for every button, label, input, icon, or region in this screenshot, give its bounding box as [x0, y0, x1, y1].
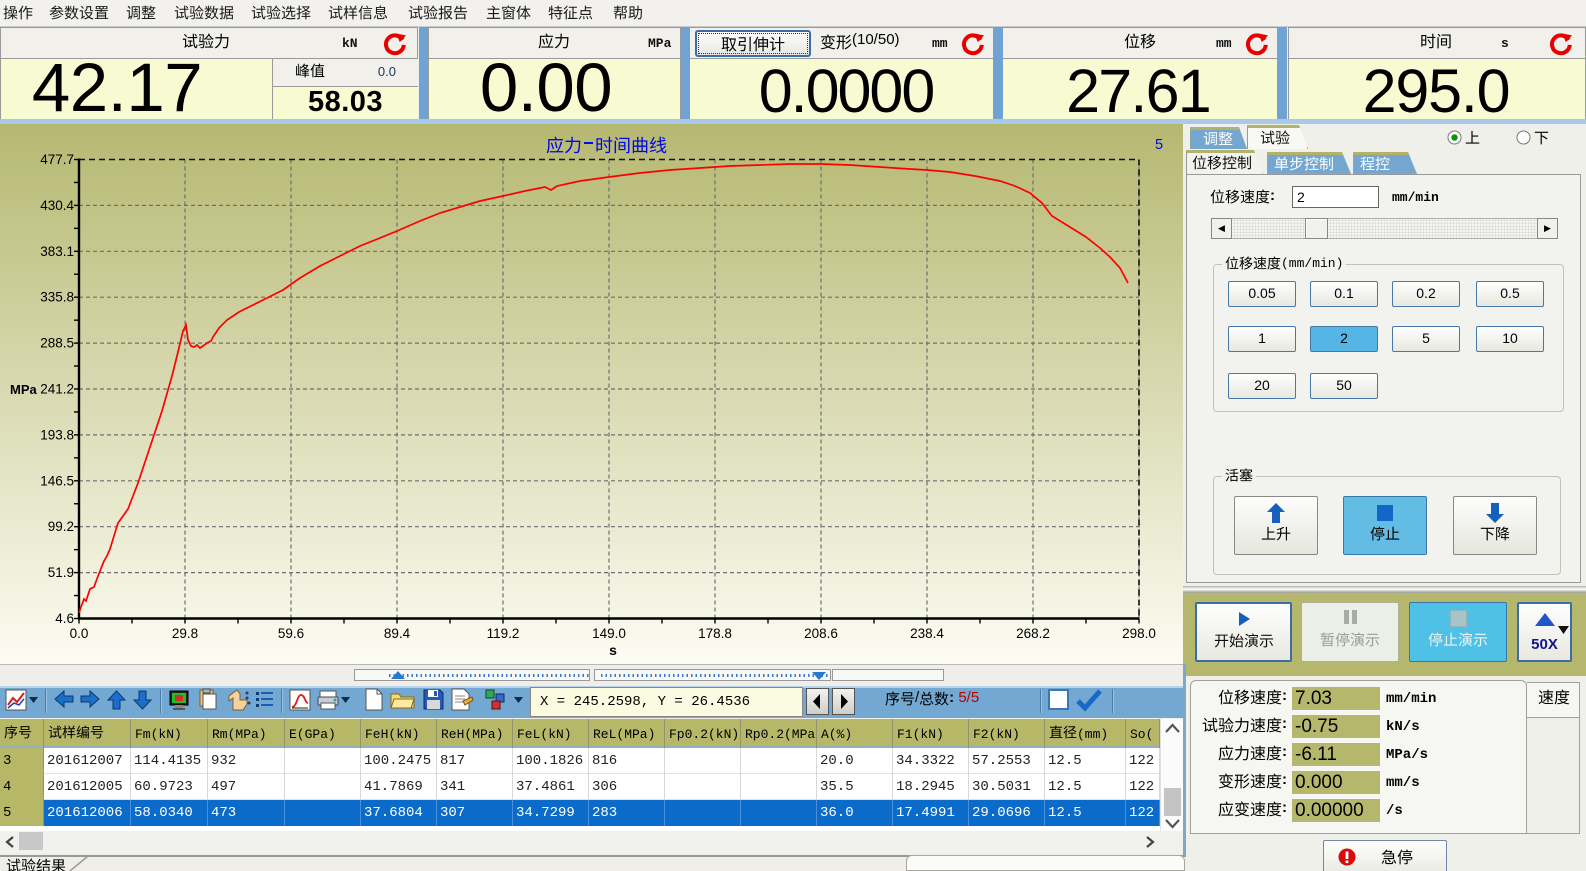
svg-text:5: 5 [1155, 137, 1163, 153]
svg-text:99.2: 99.2 [48, 519, 74, 534]
svg-text:208.6: 208.6 [804, 626, 838, 641]
svg-text:51.9: 51.9 [48, 565, 74, 580]
svg-text:383.1: 383.1 [40, 244, 74, 259]
svg-text:149.0: 149.0 [592, 626, 626, 641]
svg-text:193.8: 193.8 [40, 427, 74, 442]
svg-text:430.4: 430.4 [40, 198, 74, 213]
svg-text:89.4: 89.4 [384, 626, 411, 641]
svg-text:146.5: 146.5 [40, 473, 74, 488]
svg-text:335.8: 335.8 [40, 290, 74, 305]
svg-text:288.5: 288.5 [40, 336, 74, 351]
svg-text:477.7: 477.7 [40, 152, 74, 167]
svg-text:59.6: 59.6 [278, 626, 304, 641]
svg-text:241.2: 241.2 [40, 382, 74, 397]
svg-text:238.4: 238.4 [910, 626, 944, 641]
svg-text:29.8: 29.8 [172, 626, 198, 641]
svg-text:4.6: 4.6 [55, 611, 74, 626]
svg-text:s: s [609, 642, 617, 658]
svg-text:119.2: 119.2 [487, 626, 520, 641]
svg-text:268.2: 268.2 [1016, 626, 1050, 641]
svg-text:298.0: 298.0 [1122, 626, 1156, 641]
svg-text:178.8: 178.8 [698, 626, 732, 641]
svg-text:0.0: 0.0 [70, 626, 89, 641]
